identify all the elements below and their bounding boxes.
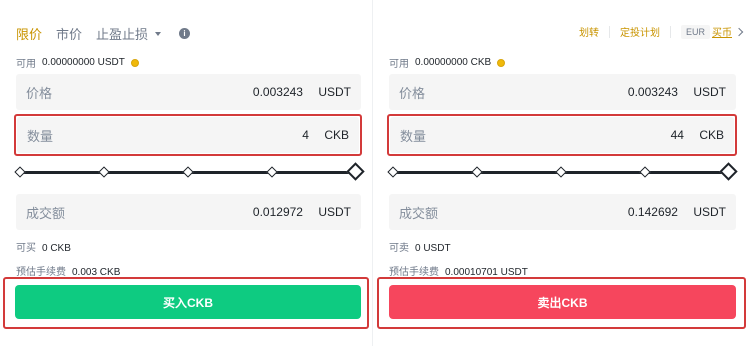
coin-icon[interactable] [497,58,506,67]
slider-mark-75[interactable] [266,166,278,178]
sell-amount-label: 数量 [400,128,427,144]
buy-amount-label: 数量 [27,128,54,144]
sell-price-input[interactable]: 0.003243 [628,85,678,99]
buy-max-value: 0 CKB [42,243,71,254]
chevron-down-icon [155,31,162,36]
tab-limit[interactable]: 限价 [16,24,42,43]
slider-mark-50[interactable] [182,166,194,178]
buy-amount-highlight: 数量 4 CKB [14,114,362,156]
divider [669,25,671,38]
slider-mark-50[interactable] [555,166,567,178]
panel-divider [372,0,373,346]
top-links: 划转 定投计划 EUR 买币 [579,24,750,39]
buy-button[interactable]: 买入CKB [15,285,361,319]
slider-mark-25[interactable] [471,166,483,178]
sell-total-label: 成交额 [399,205,439,221]
buy-total-unit: USDT [318,205,351,219]
buy-amount-unit: CKB [324,128,349,142]
buy-price-unit: USDT [318,85,351,99]
slider-handle[interactable] [719,162,738,181]
tab-stop-limit-label: 止盈止损 [96,27,149,42]
auto-invest-link[interactable]: 定投计划 [620,24,660,39]
info-icon[interactable]: i [179,28,191,39]
buy-amount-field[interactable]: 数量 4 CKB [17,117,359,153]
coin-icon[interactable] [130,58,139,67]
tab-market[interactable]: 市价 [56,24,82,43]
sell-price-field[interactable]: 价格 0.003243 USDT [389,74,736,110]
buy-price-label: 价格 [26,85,53,101]
buy-available-label: 可用 [16,59,36,70]
buy-crypto-link[interactable]: 买币 [712,24,732,39]
sell-available-label: 可用 [389,59,409,70]
sell-amount-highlight: 数量 44 CKB [387,114,737,156]
transfer-link[interactable]: 划转 [579,24,599,39]
buy-available: 可用 0.00000000 USDT [16,55,139,70]
divider [608,25,610,38]
buy-max: 可买 0 CKB [16,239,71,254]
buy-price-field[interactable]: 价格 0.003243 USDT [16,74,361,110]
sell-amount-input[interactable]: 44 [671,128,684,142]
sell-max-value: 0 USDT [415,243,451,254]
slider-handle[interactable] [346,162,365,181]
sell-max: 可卖 0 USDT [389,239,451,254]
buy-price-input[interactable]: 0.003243 [253,85,303,99]
buy-total-input[interactable]: 0.012972 [253,205,303,219]
sell-available-value: 0.00000000 CKB [415,57,492,68]
sell-amount-unit: CKB [699,128,724,142]
buy-fee: 预估手续费 0.003 CKB [16,263,120,278]
buy-available-value: 0.00000000 USDT [42,57,125,68]
tab-stop-limit[interactable]: 止盈止损 [96,24,162,43]
sell-total-field[interactable]: 成交额 0.142692 USDT [389,194,736,230]
sell-available: 可用 0.00000000 CKB [389,55,506,70]
sell-price-unit: USDT [693,85,726,99]
slider-mark-0[interactable] [14,166,26,178]
sell-price-label: 价格 [399,85,426,101]
sell-fee: 预估手续费 0.00010701 USDT [389,263,528,278]
buy-amount-input[interactable]: 4 [302,128,309,142]
sell-amount-field[interactable]: 数量 44 CKB [390,117,734,153]
slider-mark-0[interactable] [387,166,399,178]
order-type-tabs: 限价 市价 止盈止损 i [16,24,191,43]
buy-total-label: 成交额 [26,205,66,221]
sell-max-label: 可卖 [389,243,409,254]
sell-total-unit: USDT [693,205,726,219]
slider-mark-25[interactable] [98,166,110,178]
buy-total-field[interactable]: 成交额 0.012972 USDT [16,194,361,230]
buy-amount-slider[interactable] [14,162,365,181]
currency-badge[interactable]: EUR [680,24,710,39]
sell-button[interactable]: 卖出CKB [389,285,736,319]
sell-amount-slider[interactable] [387,162,738,181]
sell-total-input[interactable]: 0.142692 [628,205,678,219]
buy-max-label: 可买 [16,243,36,254]
chevron-right-icon[interactable] [734,27,744,36]
slider-mark-75[interactable] [639,166,651,178]
